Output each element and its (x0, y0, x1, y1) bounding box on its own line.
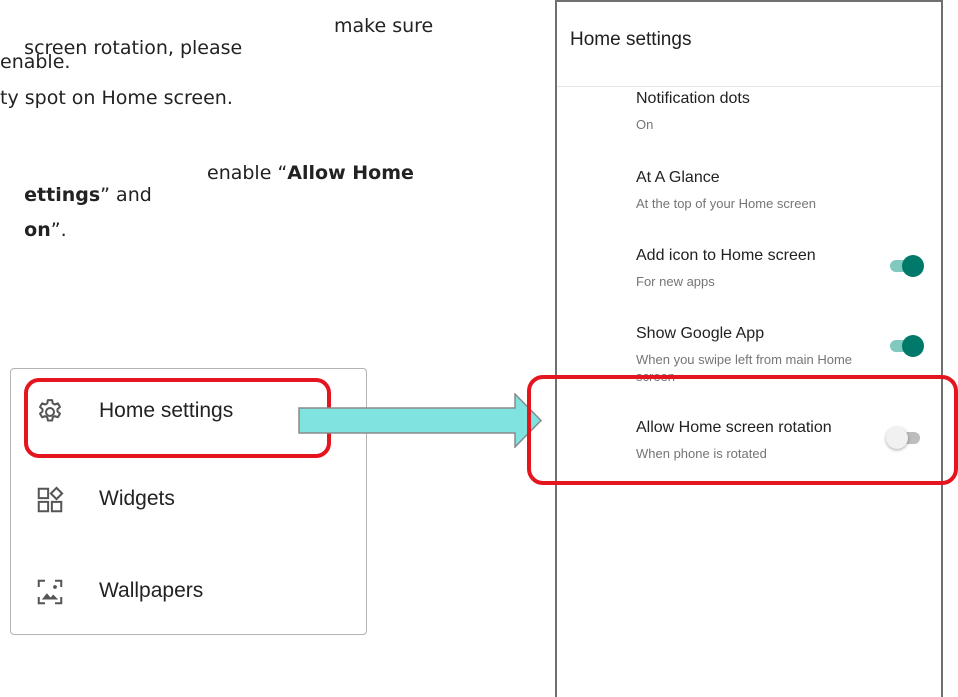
setting-add-icon-to-home[interactable]: Add icon to Home screen For new apps (557, 247, 941, 317)
setting-at-a-glance[interactable]: At A Glance At the top of your Home scre… (557, 169, 941, 239)
instruction-line-5-end: ”. (50, 219, 67, 241)
highlight-home-settings (24, 378, 331, 458)
setting-title: At A Glance (636, 169, 720, 186)
show-google-app-toggle[interactable] (886, 333, 924, 359)
page-title: Home settings (570, 29, 692, 50)
setting-subtitle: On (636, 117, 654, 132)
setting-title: Add icon to Home screen (636, 247, 816, 264)
setting-notification-dots[interactable]: Notification dots On (557, 90, 941, 160)
menu-item-label: Widgets (99, 487, 175, 510)
instruction-line-5-bold: on (24, 219, 51, 241)
toggle-thumb (902, 335, 924, 357)
instruction-line-3: ty spot on Home screen. (0, 87, 233, 109)
toggle-thumb (902, 255, 924, 277)
instruction-line-4-mid: ” and (100, 184, 152, 206)
setting-subtitle: At the top of your Home screen (636, 196, 816, 211)
menu-item-widgets[interactable]: Widgets (11, 469, 366, 529)
app-bar: Home settings (557, 2, 941, 87)
home-settings-screen: Home settings Notification dots On At A … (555, 0, 943, 697)
setting-subtitle: For new apps (636, 274, 715, 289)
setting-title: Show Google App (636, 325, 765, 342)
instruction-line-4-tail: enable “Allow Home (207, 162, 414, 184)
highlight-allow-rotation (527, 375, 958, 485)
instruction-line-4-tail-bold: Allow Home (287, 162, 414, 184)
wallpaper-icon (35, 577, 65, 607)
setting-show-google-app[interactable]: Show Google App When you swipe left from… (557, 325, 941, 381)
add-icon-toggle[interactable] (886, 253, 924, 279)
arrow-right-icon (298, 393, 543, 448)
widgets-icon (35, 485, 65, 515)
instruction-line-5: on”. (0, 197, 67, 263)
instruction-line-4-tail-text: enable “ (207, 162, 288, 184)
instruction-line-1-tail: make sure (334, 15, 434, 37)
setting-title: Notification dots (636, 90, 750, 107)
menu-item-wallpapers[interactable]: Wallpapers (11, 561, 366, 621)
menu-item-label: Wallpapers (99, 579, 204, 602)
instruction-line-2: enable. (0, 51, 71, 73)
instruction-text: screen rotation, please make sure enable… (0, 0, 520, 260)
